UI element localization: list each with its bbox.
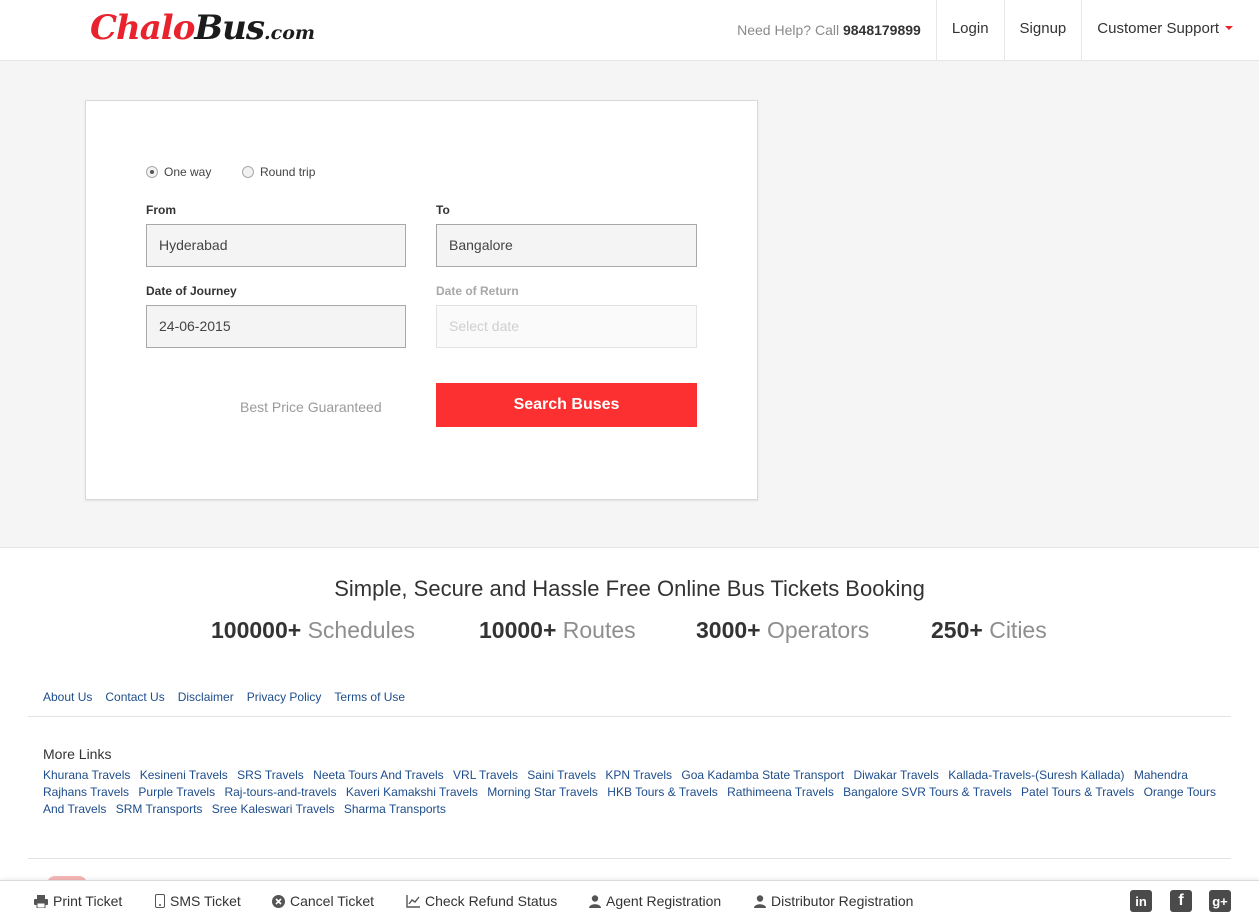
print-ticket-label: Print Ticket xyxy=(53,893,123,909)
to-input[interactable]: Bangalore xyxy=(436,224,697,267)
more-link-item[interactable]: HKB Tours & Travels xyxy=(607,785,717,799)
customer-support-label: Customer Support xyxy=(1097,20,1219,37)
more-link-item[interactable]: Kesineni Travels xyxy=(140,768,228,782)
distributor-registration-label: Distributor Registration xyxy=(771,893,914,909)
return-date-input[interactable]: Select date xyxy=(436,305,697,348)
header: ChaloBus.com Need Help? Call 9848179899 … xyxy=(0,0,1259,61)
more-link-item[interactable]: Neeta Tours And Travels xyxy=(313,768,444,782)
help-prefix: Need Help? Call xyxy=(737,22,840,38)
more-link-item[interactable]: Raj-tours-and-travels xyxy=(224,785,336,799)
stat-number: 250+ xyxy=(931,617,983,643)
journey-date-label: Date of Journey xyxy=(146,284,237,298)
more-link-item[interactable]: Bangalore SVR Tours & Travels xyxy=(843,785,1012,799)
more-link-item[interactable]: Sharma Transports xyxy=(344,802,446,816)
to-label: To xyxy=(436,203,450,217)
distributor-registration-link[interactable]: Distributor Registration xyxy=(754,893,913,909)
stat-text: Cities xyxy=(989,617,1047,643)
stat-number: 10000+ xyxy=(479,617,557,643)
check-refund-status-link[interactable]: Check Refund Status xyxy=(406,893,557,909)
help-text: Need Help? Call 9848179899 xyxy=(737,22,936,38)
stat-cities: 250+ Cities xyxy=(931,617,1047,644)
mobile-icon xyxy=(155,894,165,908)
journey-date-input[interactable]: 24-06-2015 xyxy=(146,305,406,348)
search-card: One way Round trip From Hyderabad To Ban… xyxy=(85,100,758,500)
radio-unchecked-icon xyxy=(242,166,254,178)
google-plus-icon[interactable]: g+ xyxy=(1209,890,1231,912)
bottom-bar: Print Ticket SMS Ticket Cancel Ticket Ch… xyxy=(0,880,1259,920)
agent-registration-link[interactable]: Agent Registration xyxy=(589,893,721,909)
more-link-item[interactable]: VRL Travels xyxy=(453,768,518,782)
contact-us-link[interactable]: Contact Us xyxy=(105,690,164,704)
signup-link[interactable]: Signup xyxy=(1003,0,1082,60)
logo[interactable]: ChaloBus.com xyxy=(90,8,315,48)
agent-registration-label: Agent Registration xyxy=(606,893,722,909)
customer-support-dropdown[interactable]: Customer Support xyxy=(1081,0,1259,60)
return-date-label: Date of Return xyxy=(436,284,519,298)
more-link-item[interactable]: Morning Star Travels xyxy=(487,785,598,799)
logo-dotcom: .com xyxy=(264,22,315,44)
stat-text: Schedules xyxy=(307,617,415,643)
user-icon xyxy=(589,894,601,908)
more-link-item[interactable]: SRS Travels xyxy=(237,768,304,782)
facebook-icon[interactable]: f xyxy=(1170,890,1192,912)
best-price-text: Best Price Guaranteed xyxy=(240,399,382,415)
help-phone: 9848179899 xyxy=(842,22,921,38)
more-link-item[interactable]: Rathimeena Travels xyxy=(727,785,834,799)
divider xyxy=(28,858,1231,859)
user-icon xyxy=(754,894,766,908)
stat-text: Routes xyxy=(562,617,636,643)
top-nav: Need Help? Call 9848179899 Login Signup … xyxy=(737,0,1259,60)
footer-links: About Us Contact Us Disclaimer Privacy P… xyxy=(43,690,405,704)
tagline: Simple, Secure and Hassle Free Online Bu… xyxy=(334,576,925,601)
more-link-item[interactable]: Patel Tours & Travels xyxy=(1021,785,1134,799)
search-buses-button[interactable]: Search Buses xyxy=(436,383,697,427)
caret-down-icon xyxy=(1225,26,1233,31)
stat-text: Operators xyxy=(767,617,870,643)
login-link[interactable]: Login xyxy=(935,0,1004,60)
from-label: From xyxy=(146,203,176,217)
more-link-item[interactable]: Goa Kadamba State Transport xyxy=(681,768,844,782)
divider xyxy=(28,716,1231,717)
round-trip-radio[interactable]: Round trip xyxy=(242,165,315,179)
logo-bus: Bus xyxy=(194,8,265,48)
more-links-list: Khurana Travels Kesineni Travels SRS Tra… xyxy=(43,767,1218,818)
stat-routes: 10000+ Routes xyxy=(479,617,636,644)
linkedin-icon[interactable]: in xyxy=(1130,890,1152,912)
disclaimer-link[interactable]: Disclaimer xyxy=(178,690,234,704)
more-link-item[interactable]: Khurana Travels xyxy=(43,768,130,782)
stat-schedules: 100000+ Schedules xyxy=(211,617,415,644)
cancel-ticket-link[interactable]: Cancel Ticket xyxy=(272,893,374,909)
more-link-item[interactable]: Saini Travels xyxy=(527,768,596,782)
cancel-circle-icon xyxy=(272,894,285,908)
stat-operators: 3000+ Operators xyxy=(696,617,869,644)
more-link-item[interactable]: KPN Travels xyxy=(605,768,672,782)
logo-chalo: Chalo xyxy=(90,8,195,48)
one-way-label: One way xyxy=(164,165,212,179)
chart-icon xyxy=(406,894,420,908)
more-link-item[interactable]: Kallada-Travels-(Suresh Kallada) xyxy=(948,768,1124,782)
more-link-item[interactable]: Kaveri Kamakshi Travels xyxy=(346,785,478,799)
round-trip-label: Round trip xyxy=(260,165,316,179)
more-links-title: More Links xyxy=(43,746,112,762)
privacy-policy-link[interactable]: Privacy Policy xyxy=(247,690,322,704)
print-ticket-link[interactable]: Print Ticket xyxy=(34,893,122,909)
more-link-item[interactable]: Diwakar Travels xyxy=(853,768,938,782)
printer-icon xyxy=(34,894,48,908)
sms-ticket-link[interactable]: SMS Ticket xyxy=(155,893,241,909)
about-us-link[interactable]: About Us xyxy=(43,690,92,704)
radio-checked-icon xyxy=(146,166,158,178)
stat-number: 3000+ xyxy=(696,617,761,643)
more-link-item[interactable]: Purple Travels xyxy=(138,785,215,799)
more-link-item[interactable]: Sree Kaleswari Travels xyxy=(212,802,335,816)
cancel-ticket-label: Cancel Ticket xyxy=(290,893,375,909)
stat-number: 100000+ xyxy=(211,617,302,643)
terms-of-use-link[interactable]: Terms of Use xyxy=(334,690,405,704)
check-refund-status-label: Check Refund Status xyxy=(425,893,558,909)
hero-section: One way Round trip From Hyderabad To Ban… xyxy=(0,61,1259,548)
from-input[interactable]: Hyderabad xyxy=(146,224,406,267)
stats-row: 100000+ Schedules 10000+ Routes 3000+ Op… xyxy=(0,617,1259,647)
more-link-item[interactable]: SRM Transports xyxy=(116,802,203,816)
one-way-radio[interactable]: One way xyxy=(146,165,211,179)
sms-ticket-label: SMS Ticket xyxy=(170,893,241,909)
